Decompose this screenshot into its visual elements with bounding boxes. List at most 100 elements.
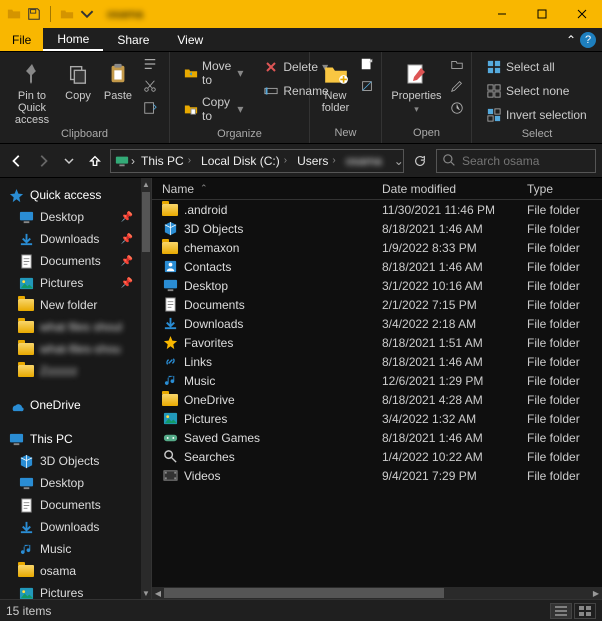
file-row[interactable]: Links8/18/2021 1:46 AMFile folder [152,352,602,371]
file-name: Downloads [184,317,243,331]
tree-item[interactable]: Pictures [0,582,151,599]
horizontal-scrollbar[interactable]: ◀▶ [152,587,602,599]
tree-item-label: Music [40,542,71,556]
tree-item[interactable]: what files shoul [0,316,151,338]
column-name[interactable]: Name⌃ [152,182,382,196]
folder-icon [162,202,178,218]
tree-item[interactable]: OneDrive [0,394,151,416]
copy-button[interactable]: Copy [58,56,98,102]
file-row[interactable]: OneDrive8/18/2021 4:28 AMFile folder [152,390,602,409]
select-all-button[interactable]: Select all [480,56,593,78]
file-row[interactable]: Documents2/1/2022 7:15 PMFile folder [152,295,602,314]
history-icon[interactable] [449,100,465,116]
invert-selection-button[interactable]: Invert selection [480,104,593,126]
file-date: 8/18/2021 1:46 AM [382,431,527,445]
tree-item-label: This PC [30,432,73,446]
open-group-label: Open [382,125,471,143]
search-box[interactable] [436,149,596,173]
tree-item[interactable]: Downloads [0,516,151,538]
pic-icon [18,275,34,291]
file-type: File folder [527,393,602,407]
tree-item[interactable]: Downloads📌 [0,228,151,250]
forward-button[interactable] [32,150,54,172]
back-button[interactable] [6,150,28,172]
column-date[interactable]: Date modified [382,182,527,196]
file-row[interactable]: Saved Games8/18/2021 1:46 AMFile folder [152,428,602,447]
save-icon[interactable] [26,6,42,22]
tree-item[interactable]: Pictures📌 [0,272,151,294]
column-type[interactable]: Type [527,182,602,196]
file-row[interactable]: Contacts8/18/2021 1:46 AMFile folder [152,257,602,276]
easy-access-icon[interactable] [359,78,375,94]
file-name: 3D Objects [184,222,243,236]
tree-item[interactable]: Zzzzzz [0,360,151,382]
file-row[interactable]: Music12/6/2021 1:29 PMFile folder [152,371,602,390]
tree-item[interactable]: Documents📌 [0,250,151,272]
file-row[interactable]: chemaxon1/9/2022 8:33 PMFile folder [152,238,602,257]
collapse-ribbon-icon[interactable]: ⌃ [566,33,576,47]
share-tab[interactable]: Share [103,28,163,51]
paste-shortcut-icon[interactable] [142,100,158,116]
cut-icon[interactable] [142,78,158,94]
view-tab[interactable]: View [163,28,217,51]
tree-item[interactable]: Music [0,538,151,560]
tree-item-label: Zzzzzz [40,364,77,378]
crumb-current[interactable]: osama [342,154,386,168]
recent-locations-button[interactable] [58,150,80,172]
maximize-button[interactable] [522,0,562,28]
folder-icon [162,240,178,256]
minimize-button[interactable] [482,0,522,28]
file-tab[interactable]: File [0,28,43,51]
home-tab[interactable]: Home [43,28,103,51]
tree-item[interactable]: osama [0,560,151,582]
file-list-pane: Name⌃ Date modified Type .android11/30/2… [152,178,602,599]
file-row[interactable]: 3D Objects8/18/2021 1:46 AMFile folder [152,219,602,238]
tree-item-label: New folder [40,298,97,312]
file-row[interactable]: Favorites8/18/2021 1:51 AMFile folder [152,333,602,352]
file-row[interactable]: Desktop3/1/2022 10:16 AMFile folder [152,276,602,295]
refresh-button[interactable] [408,149,432,173]
tree-item-label: Desktop [40,476,84,490]
file-row[interactable]: Videos9/4/2021 7:29 PMFile folder [152,466,602,485]
copy-to-button[interactable]: Copy to▾ [178,92,249,126]
edit-icon[interactable] [449,78,465,94]
copy-path-icon[interactable] [142,56,158,72]
crumb-local-disk[interactable]: Local Disk (C:)› [197,154,291,168]
open-icon[interactable] [449,56,465,72]
tree-item[interactable]: Documents [0,494,151,516]
crumb-users[interactable]: Users› [293,154,340,168]
column-headers[interactable]: Name⌃ Date modified Type [152,178,602,200]
crumb-this-pc[interactable]: This PC› [137,154,195,168]
properties-button[interactable]: Properties▾ [388,56,445,115]
sidebar-scrollbar[interactable]: ▲▼ [141,178,151,599]
tree-item[interactable]: Desktop📌 [0,206,151,228]
help-icon[interactable]: ? [580,32,596,48]
chevron-right-icon[interactable]: › [131,154,135,168]
tree-item[interactable]: Quick access [0,184,151,206]
new-folder-button[interactable]: New folder [316,56,355,114]
address-dropdown-icon[interactable]: ⌄ [388,154,404,168]
pin-to-quick-access-button[interactable]: Pin to Quick access [6,56,58,126]
details-view-button[interactable] [550,603,572,619]
qa-folder-icon[interactable] [59,6,75,22]
tree-item[interactable]: what-files-shou [0,338,151,360]
close-button[interactable] [562,0,602,28]
file-row[interactable]: Searches1/4/2022 10:22 AMFile folder [152,447,602,466]
tree-item[interactable]: 3D Objects [0,450,151,472]
tree-item[interactable]: Desktop [0,472,151,494]
dropdown-icon[interactable] [79,6,95,22]
select-none-button[interactable]: Select none [480,80,593,102]
new-item-icon[interactable] [359,56,375,72]
tree-item[interactable]: New folder [0,294,151,316]
paste-button[interactable]: Paste [98,56,138,102]
thumbnails-view-button[interactable] [574,603,596,619]
search-input[interactable] [462,154,602,168]
file-row[interactable]: Pictures3/4/2022 1:32 AMFile folder [152,409,602,428]
up-button[interactable] [84,150,106,172]
file-row[interactable]: Downloads3/4/2022 2:18 AMFile folder [152,314,602,333]
move-to-button[interactable]: Move to▾ [178,56,249,90]
file-row[interactable]: .android11/30/2021 11:46 PMFile folder [152,200,602,219]
tree-item[interactable]: This PC [0,428,151,450]
file-type: File folder [527,355,602,369]
breadcrumb[interactable]: › This PC› Local Disk (C:)› Users› osama… [110,149,404,173]
